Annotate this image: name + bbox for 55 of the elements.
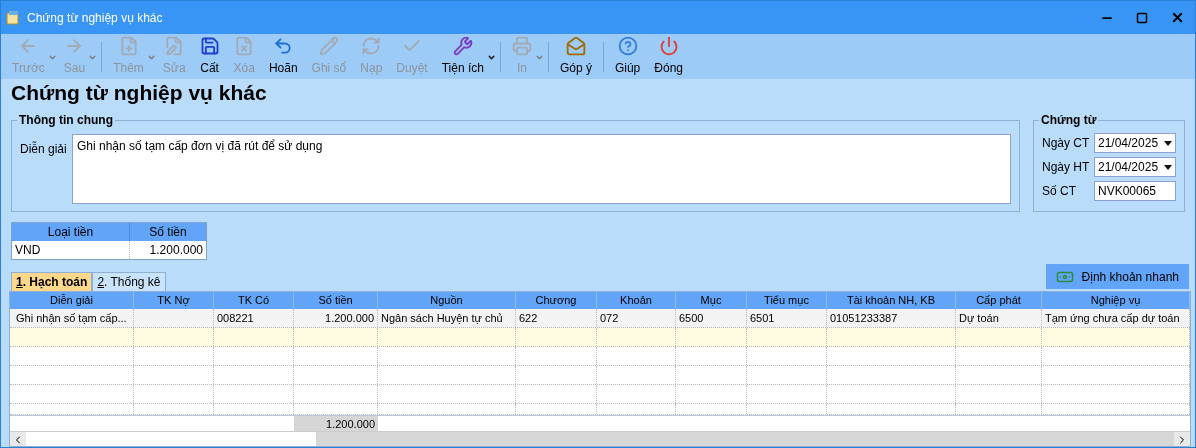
toolbar-button[interactable]: Cất [192,36,227,77]
table-cell: Dự toán [956,309,1042,327]
tab[interactable]: 1. Hạch toán [11,272,93,291]
quick-entry-button[interactable]: Định khoản nhanh [1045,264,1189,289]
group-title: Chứng từ [1040,112,1098,129]
field-label: Ngày CT [1042,135,1091,152]
total-cell: 1.200.000 [294,416,378,431]
table-cell-text: 1.200.000 [148,242,204,259]
app-icon [6,10,20,25]
caret-icon[interactable] [486,53,496,62]
delete-document-icon [234,36,255,56]
toolbar-button[interactable]: Hoãn [261,36,305,77]
toolbar-button[interactable]: Giúp [607,36,648,77]
reload-icon [361,36,382,56]
window-title: Chứng từ nghiệp vụ khác [27,9,163,27]
table-cell: Ghi nhận số tạm cấp... [10,309,134,327]
page-heading: Chứng từ nghiệp vụ khác [11,80,268,106]
close-icon[interactable] [1170,10,1185,25]
column-header: Số tiền [148,224,188,241]
group-title: Thông tin chung [18,112,114,129]
save-icon [199,36,220,56]
pencil-icon [318,36,339,56]
caret-icon [1164,140,1172,146]
maximize-icon[interactable] [1136,11,1148,24]
field-label: Số CT [1042,183,1077,200]
table-cell: VND [12,241,130,259]
help-icon [617,36,638,56]
toolbar-button[interactable]: Đóng [647,36,690,77]
toolbar-button[interactable]: Tiện ích [434,36,491,77]
table-cell: 622 [516,309,597,327]
tools-icon [452,36,473,56]
horizontal-scrollbar[interactable] [10,431,1190,446]
date-picker[interactable]: 21/04/2025 [1094,133,1176,153]
toolbar-button[interactable]: Góp ý [552,36,599,77]
table-cell: 008221 [214,309,294,327]
table-cell: 072 [597,309,676,327]
edit-document-icon [164,36,185,56]
new-document-icon [118,36,139,56]
description-field[interactable]: Ghi nhận số tạm cấp đơn vị đã rút để sử dụng [72,134,1011,204]
table-cell: 01051233387 [827,309,956,327]
table-cell: Tạm ứng chưa cấp dự toán [1042,309,1190,327]
caret-icon [1164,164,1172,170]
table-cell: 1.200.000 [294,309,378,327]
printer-icon [511,36,532,56]
power-icon [658,36,679,56]
field-label: Diễn giải [20,140,68,158]
input-field[interactable]: NVK00065 [1094,181,1176,201]
date-picker[interactable]: 21/04/2025 [1094,157,1176,177]
column-header: Loại tiền [12,223,130,241]
table-cell: 6500 [676,309,747,327]
table-cell: 6501 [747,309,827,327]
envelope-icon [565,36,586,56]
table-cell: Ngân sách Huyện tự chủ [378,309,516,327]
field-label: Ngày HT [1042,159,1091,176]
tab[interactable]: 2. Thống kê [92,272,166,291]
